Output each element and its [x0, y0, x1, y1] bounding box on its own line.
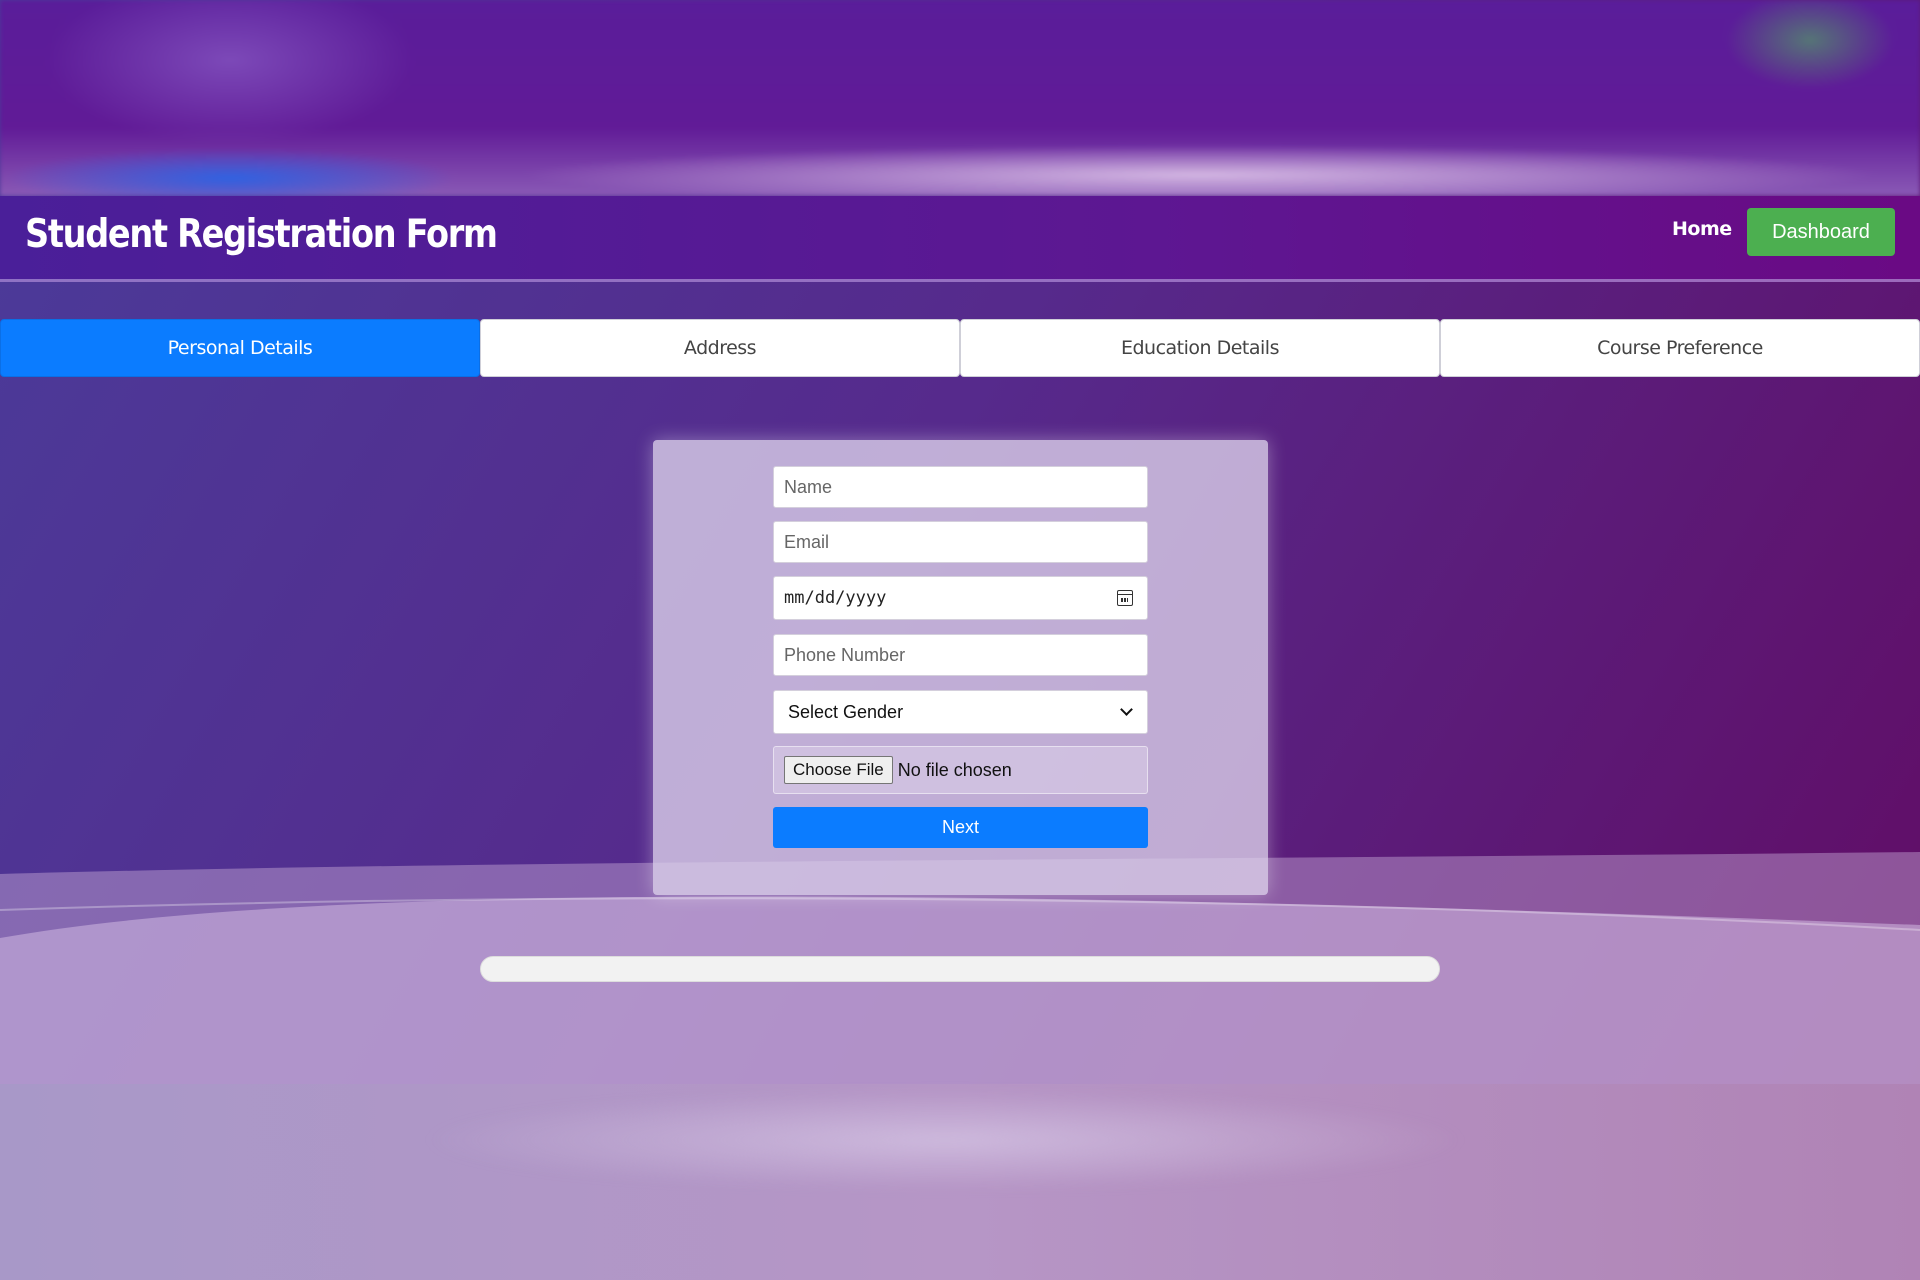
- form-step-tabs: Personal Details Address Education Detai…: [0, 319, 1920, 377]
- photo-file-input: Choose File No file chosen: [773, 746, 1148, 794]
- file-status-text: No file chosen: [897, 759, 1012, 780]
- tab-education-details[interactable]: Education Details: [960, 319, 1440, 377]
- chevron-down-icon: [1120, 703, 1133, 716]
- next-button[interactable]: Next: [773, 807, 1148, 848]
- progress-bar: [480, 956, 1440, 982]
- gender-selected-value: Select Gender: [788, 701, 904, 722]
- date-placeholder: mm/dd/yyyy: [784, 588, 887, 608]
- bottom-glow: [420, 1090, 1470, 1190]
- top-blurred-backdrop: [0, 0, 1920, 196]
- page-title: Student Registration Form: [25, 212, 498, 257]
- date-of-birth-input[interactable]: mm/dd/yyyy: [773, 576, 1148, 620]
- personal-details-form: mm/dd/yyyy Select Gender Choose File No …: [653, 440, 1268, 895]
- tab-course-preference[interactable]: Course Preference: [1440, 319, 1920, 377]
- tab-address[interactable]: Address: [480, 319, 960, 377]
- home-link[interactable]: Home: [1672, 218, 1732, 240]
- calendar-icon[interactable]: [1117, 590, 1133, 606]
- phone-number-input[interactable]: [773, 634, 1148, 676]
- email-input[interactable]: [773, 521, 1148, 563]
- choose-file-button[interactable]: Choose File: [784, 756, 893, 784]
- gender-select[interactable]: Select Gender: [773, 690, 1148, 734]
- tab-personal-details[interactable]: Personal Details: [0, 319, 480, 377]
- dashboard-button[interactable]: Dashboard: [1747, 208, 1895, 256]
- page-header: Student Registration Form Home Dashboard: [0, 196, 1920, 282]
- name-input[interactable]: [773, 466, 1148, 508]
